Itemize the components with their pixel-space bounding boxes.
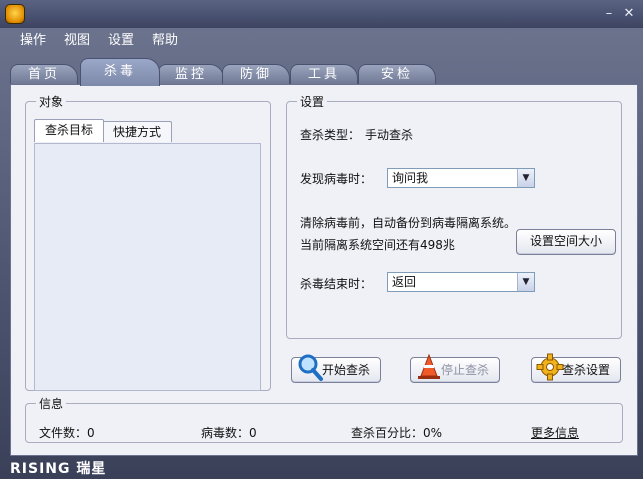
minimize-button[interactable]: – xyxy=(601,6,617,22)
start-scan-label: 开始查杀 xyxy=(322,363,371,377)
subtab-shortcuts[interactable]: 快捷方式 xyxy=(102,121,172,142)
menu-help[interactable]: 帮助 xyxy=(152,31,178,51)
rising-lion-icon xyxy=(6,5,24,23)
settings-legend: 设置 xyxy=(300,95,325,109)
chevron-down-icon[interactable]: ▼ xyxy=(517,273,534,291)
main-tabs: 首页 杀毒 监控 防御 工具 安检 xyxy=(8,58,638,86)
more-info-link[interactable]: 更多信息 xyxy=(531,424,579,441)
backup-note: 清除病毒前，自动备份到病毒隔离系统。 xyxy=(300,216,517,230)
on-finish-select[interactable]: 返回 ▼ xyxy=(387,272,535,292)
on-virus-select[interactable]: 询问我 ▼ xyxy=(387,168,535,188)
info-group: 信息 文件数：0 病毒数：0 查杀百分比：0% 更多信息 xyxy=(25,395,623,443)
menu-view[interactable]: 视图 xyxy=(64,31,90,51)
set-space-size-button[interactable]: 设置空间大小 xyxy=(516,229,616,255)
tab-defense[interactable]: 防御 xyxy=(222,64,290,85)
chevron-down-icon[interactable]: ▼ xyxy=(517,169,534,187)
tab-home[interactable]: 首页 xyxy=(10,64,78,85)
traffic-cone-icon xyxy=(418,353,440,379)
scan-target-list[interactable] xyxy=(34,143,261,391)
menu-settings[interactable]: 设置 xyxy=(108,31,134,51)
target-group: 对象 查杀目标 快捷方式 xyxy=(25,93,271,391)
file-count: 文件数：0 xyxy=(39,426,95,440)
close-button[interactable]: ✕ xyxy=(621,6,637,22)
scan-type-value: 手动查杀 xyxy=(365,128,414,142)
rising-antivirus-window: – ✕ 操作 视图 设置 帮助 首页 杀毒 监控 防御 工具 安检 对象 查杀目标 快… xyxy=(0,0,643,479)
on-finish-selected: 返回 xyxy=(392,275,417,289)
stop-scan-button[interactable]: 停止查杀 xyxy=(410,353,500,383)
stop-scan-label: 停止查杀 xyxy=(441,363,490,377)
tab-monitor[interactable]: 监控 xyxy=(158,64,224,85)
scan-settings-button[interactable]: 查杀设置 xyxy=(531,353,621,383)
scan-settings-label: 查杀设置 xyxy=(562,363,611,377)
tab-antivirus[interactable]: 杀毒 xyxy=(80,58,160,86)
scan-type-label: 查杀类型： xyxy=(300,128,361,142)
info-legend: 信息 xyxy=(39,397,64,411)
target-legend: 对象 xyxy=(39,95,64,109)
settings-group: 设置 查杀类型： 手动查杀 发现病毒时： 询问我 ▼ 清除病毒前，自动备份到病毒… xyxy=(286,93,622,339)
virus-count: 病毒数：0 xyxy=(201,426,257,440)
rising-logo: RISING 瑞星 xyxy=(10,461,107,477)
scan-percent: 查杀百分比：0% xyxy=(351,426,443,440)
quarantine-space-note: 当前隔离系统空间还有498兆 xyxy=(300,238,455,252)
gear-icon xyxy=(536,353,564,381)
on-finish-label: 杀毒结束时： xyxy=(300,277,373,291)
title-bar: – ✕ xyxy=(0,0,643,28)
on-virus-label: 发现病毒时： xyxy=(300,172,373,186)
menu-operation[interactable]: 操作 xyxy=(20,31,46,51)
start-scan-button[interactable]: 开始查杀 xyxy=(291,354,381,383)
antivirus-page: 对象 查杀目标 快捷方式 设置 查杀类型： 手动查杀 发现病毒时： 询问我 ▼ … xyxy=(10,84,638,456)
subtab-scan-targets[interactable]: 查杀目标 xyxy=(34,119,104,142)
tab-security-check[interactable]: 安检 xyxy=(358,64,436,85)
magnifier-icon xyxy=(298,354,323,381)
on-virus-selected: 询问我 xyxy=(392,171,429,185)
tab-tools[interactable]: 工具 xyxy=(290,64,358,85)
menu-bar: 操作 视图 设置 帮助 xyxy=(10,31,186,51)
